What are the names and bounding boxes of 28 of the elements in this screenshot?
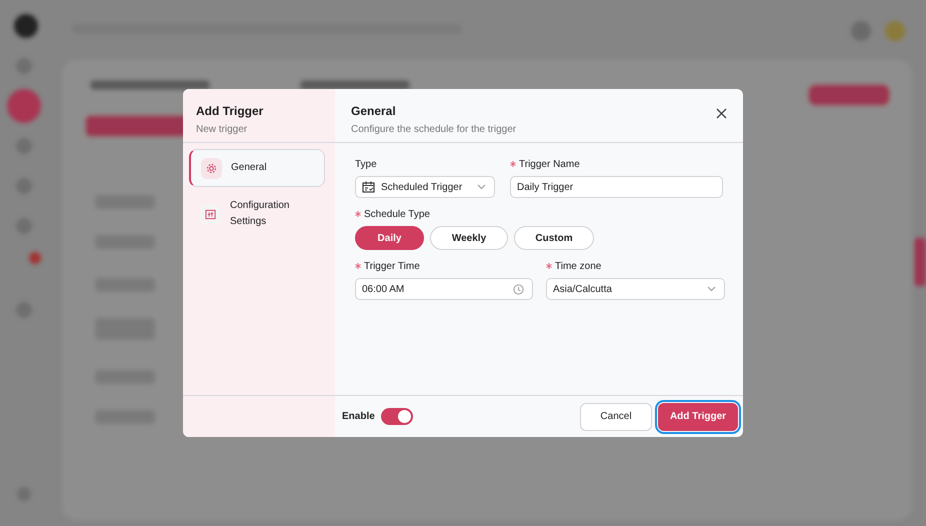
cancel-button[interactable]: Cancel	[580, 402, 652, 430]
step-tab[interactable]: Configuration Settings	[189, 195, 325, 233]
field-label: Trigger Time	[364, 260, 420, 272]
chevron-down-icon	[707, 286, 716, 292]
clock-icon	[513, 284, 524, 294]
time-field[interactable]: 06:00 AM	[355, 278, 533, 300]
field-label: Time zone	[555, 260, 602, 272]
panel-icon	[205, 208, 216, 220]
calendar-icon	[362, 181, 375, 193]
field-label: Trigger Name	[519, 158, 580, 170]
dialog-subtitle: New trigger	[196, 124, 248, 135]
type-dropdown[interactable]: Scheduled Trigger	[355, 176, 495, 198]
enable-toggle[interactable]	[380, 408, 413, 425]
section-title: General	[351, 104, 397, 118]
section-description: Configure the schedule for the trigger	[351, 124, 516, 135]
chevron-down-icon	[477, 184, 486, 190]
gear-icon	[206, 162, 217, 174]
schedule-option[interactable]: Custom	[514, 226, 594, 250]
close-icon[interactable]	[716, 108, 727, 119]
trigger-name-field[interactable]: Daily Trigger	[510, 176, 723, 198]
step-tab[interactable]: General	[189, 149, 325, 187]
dialog-title: Add Trigger	[196, 104, 264, 118]
enable-label: Enable	[342, 411, 375, 422]
field-label: Type	[355, 158, 377, 170]
schedule-option[interactable]: Weekly	[430, 226, 508, 250]
timezone-dropdown[interactable]: Asia/Calcutta	[546, 278, 725, 300]
schedule-option[interactable]: Daily	[355, 226, 424, 250]
field-label: Schedule Type	[364, 208, 430, 220]
